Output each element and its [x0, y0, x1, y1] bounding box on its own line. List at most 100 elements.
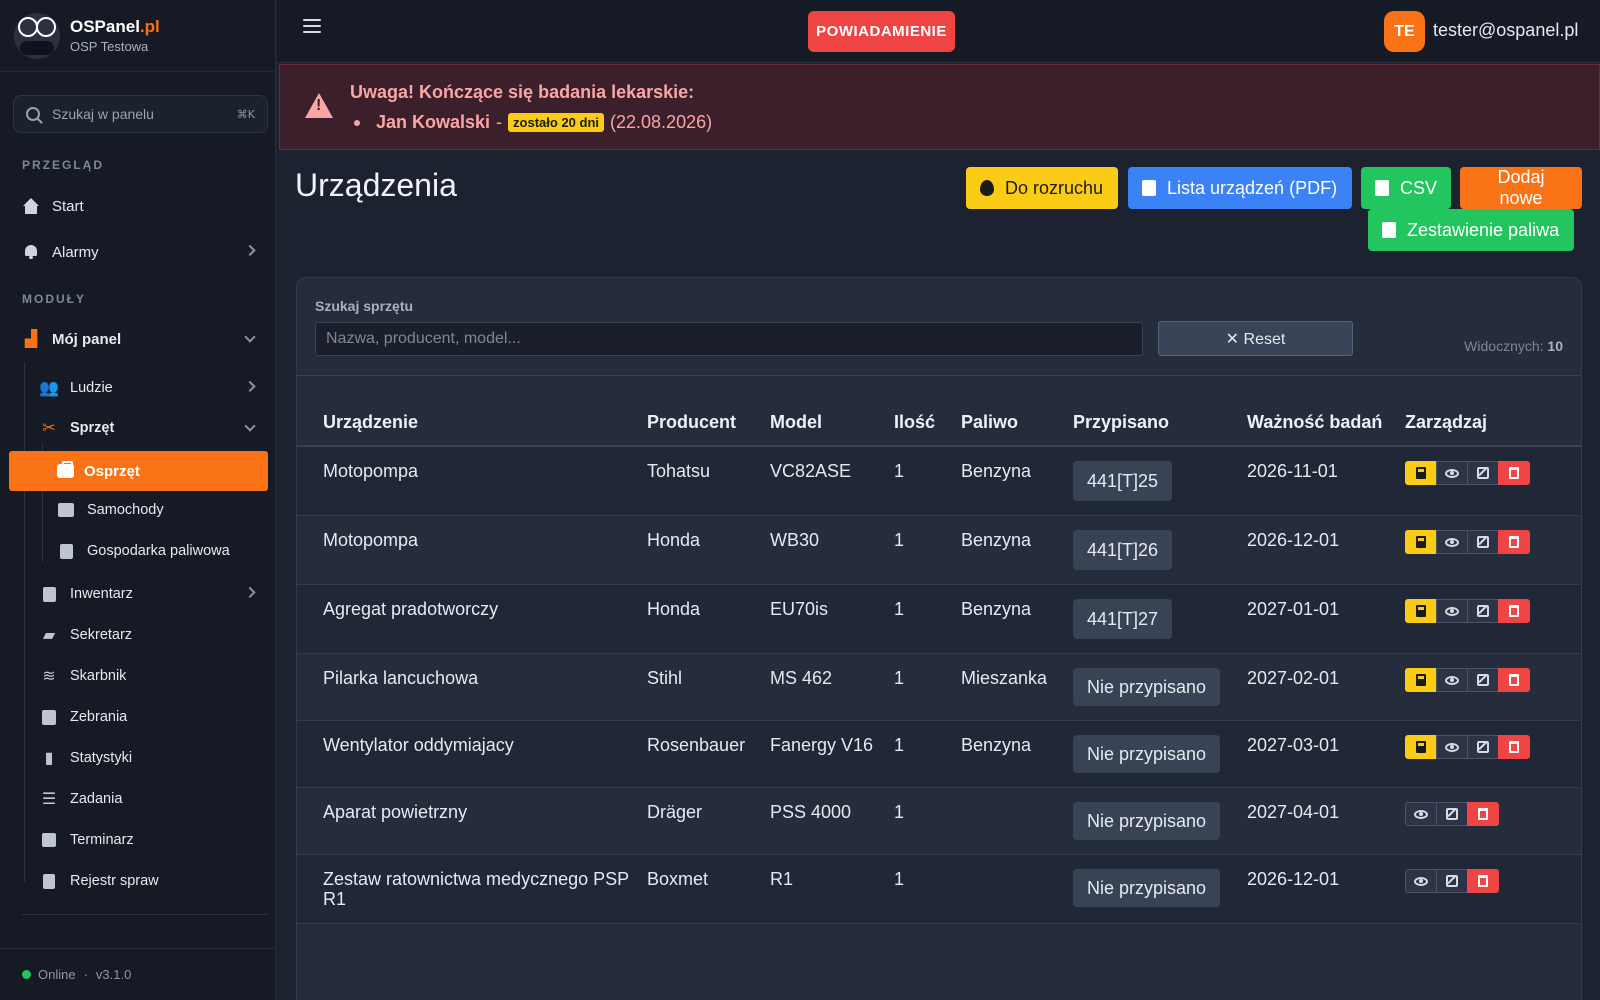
col-fuel[interactable]: Paliwo: [953, 376, 1065, 447]
fuel-summary-button[interactable]: Zestawienie paliwa: [1368, 209, 1574, 251]
sidebar-item-statystyki[interactable]: ▮ Statystyki: [40, 748, 254, 768]
sidebar-item-inwentarz[interactable]: Inwentarz: [40, 584, 256, 604]
warning-icon: [305, 93, 333, 118]
refuel-button[interactable]: [1405, 735, 1437, 759]
add-new-button[interactable]: Dodaj nowe: [1460, 167, 1582, 209]
sidebar-item-alarmy[interactable]: Alarmy: [22, 241, 256, 263]
cell-producer: Stihl: [639, 653, 762, 721]
eye-icon: [1445, 675, 1459, 685]
col-validity[interactable]: Ważność badań: [1239, 376, 1397, 447]
sidebar-item-sekretarz[interactable]: ▰ Sekretarz: [40, 625, 254, 645]
user-email[interactable]: tester@ospanel.pl: [1433, 20, 1578, 41]
edit-button[interactable]: [1467, 599, 1499, 623]
refuel-button[interactable]: [1405, 599, 1437, 623]
view-button[interactable]: [1436, 530, 1468, 554]
edit-icon: [1477, 674, 1489, 686]
cell-producer: Tohatsu: [639, 446, 762, 516]
eye-icon: [1414, 809, 1428, 819]
col-quantity[interactable]: Ilość: [886, 376, 953, 447]
eye-icon: [1445, 468, 1459, 478]
toolbox-icon: [57, 461, 74, 478]
cell-fuel: Benzyna: [953, 720, 1065, 788]
gas-pump-icon: [1416, 467, 1426, 479]
sidebar-item-label: Osprzęt: [84, 462, 140, 480]
col-model[interactable]: Model: [762, 376, 886, 447]
sidebar-item-label: Ludzie: [70, 380, 113, 396]
csv-button-label: CSV: [1399, 177, 1437, 198]
view-button[interactable]: [1436, 599, 1468, 623]
vehicle-badge[interactable]: 441[T]27: [1073, 599, 1173, 639]
sidebar-item-label: Skarbnik: [70, 668, 127, 684]
edit-button[interactable]: [1436, 869, 1468, 893]
sidebar-item-label: Start: [52, 197, 84, 215]
delete-button[interactable]: [1498, 530, 1530, 554]
cell-model: EU70is: [762, 584, 886, 654]
cell-assigned: 441[T]26: [1065, 515, 1239, 585]
sidebar-item-gospodarka[interactable]: Gospodarka paliwowa: [57, 541, 254, 561]
separator: ·: [83, 967, 88, 982]
pdf-list-button[interactable]: Lista urządzeń (PDF): [1128, 167, 1352, 209]
gas-pump-icon: [1416, 741, 1426, 753]
cell-validity: 2026-12-01: [1239, 854, 1397, 924]
cell-fuel: Benzyna: [953, 515, 1065, 585]
sidebar-item-start[interactable]: Start: [22, 195, 254, 217]
logo-icon: [14, 12, 60, 59]
refuel-button[interactable]: [1405, 530, 1437, 554]
view-button[interactable]: [1436, 668, 1468, 692]
cell-actions: [1397, 515, 1581, 585]
csv-button[interactable]: CSV: [1361, 167, 1451, 209]
unassigned-badge: Nie przypisano: [1073, 802, 1220, 840]
sidebar-item-samochody[interactable]: Samochody: [57, 500, 254, 520]
sidebar-item-osprzet[interactable]: Osprzęt: [9, 451, 268, 491]
edit-button[interactable]: [1467, 461, 1499, 485]
edit-button[interactable]: [1467, 735, 1499, 759]
status-dot-icon: [22, 970, 31, 979]
notification-button[interactable]: POWIADAMIENIE: [808, 11, 955, 52]
reset-button[interactable]: ✕ Reset: [1158, 321, 1353, 356]
hamburger-icon[interactable]: [303, 19, 321, 33]
edit-button[interactable]: [1436, 802, 1468, 826]
table-row: Aparat powietrzny Dräger PSS 4000 1 Nie …: [297, 787, 1581, 855]
delete-button[interactable]: [1467, 802, 1499, 826]
brand[interactable]: OSPanel.pl OSP Testowa: [0, 0, 275, 72]
table-row: Motopompa Honda WB30 1 Benzyna 441[T]26 …: [297, 515, 1581, 585]
sidebar-item-ludzie[interactable]: 👥 Ludzie: [39, 378, 256, 398]
alert-title: Uwaga! Kończące się badania lekarskie:: [350, 82, 695, 102]
sidebar-item-zadania[interactable]: ☰ Zadania: [40, 789, 254, 809]
view-button[interactable]: [1405, 869, 1437, 893]
delete-button[interactable]: [1498, 461, 1530, 485]
delete-button[interactable]: [1498, 735, 1530, 759]
cell-validity: 2026-12-01: [1239, 515, 1397, 585]
sidebar-item-rejestr[interactable]: Rejestr spraw: [40, 871, 254, 891]
refuel-button[interactable]: [1405, 461, 1437, 485]
edit-button[interactable]: [1467, 668, 1499, 692]
delete-button[interactable]: [1498, 668, 1530, 692]
col-producer[interactable]: Producent: [639, 376, 762, 447]
vehicle-badge[interactable]: 441[T]26: [1073, 530, 1173, 570]
view-button[interactable]: [1436, 461, 1468, 485]
view-button[interactable]: [1405, 802, 1437, 826]
sidebar-item-terminarz[interactable]: Terminarz: [40, 830, 254, 850]
sidebar-item-zebrania[interactable]: Zebrania: [40, 707, 254, 727]
col-assigned[interactable]: Przypisano: [1065, 376, 1239, 447]
start-button[interactable]: Do rozruchu: [966, 167, 1118, 209]
eye-icon: [1445, 606, 1459, 616]
delete-button[interactable]: [1498, 599, 1530, 623]
panel-search[interactable]: Szukaj w panelu ⌘K: [13, 95, 268, 133]
delete-button[interactable]: [1467, 869, 1499, 893]
chevron-right-icon: [244, 380, 256, 393]
edit-button[interactable]: [1467, 530, 1499, 554]
refuel-button[interactable]: [1405, 668, 1437, 692]
col-device[interactable]: Urządzenie: [297, 376, 639, 447]
chevron-down-icon: [244, 420, 256, 432]
edit-icon: [1477, 536, 1489, 548]
gas-pump-icon: [1416, 605, 1426, 617]
sidebar-item-moj-panel[interactable]: ▟ Mój panel: [22, 327, 256, 351]
vehicle-badge[interactable]: 441[T]25: [1073, 461, 1173, 501]
view-button[interactable]: [1436, 735, 1468, 759]
equipment-search-input[interactable]: [315, 322, 1143, 356]
avatar[interactable]: TE: [1384, 11, 1425, 52]
sidebar-item-skarbnik[interactable]: ≋ Skarbnik: [40, 666, 254, 686]
alert-date: (22.08.2026): [610, 112, 713, 132]
sidebar-item-sprzet[interactable]: ✂ Sprzęt: [40, 418, 256, 438]
